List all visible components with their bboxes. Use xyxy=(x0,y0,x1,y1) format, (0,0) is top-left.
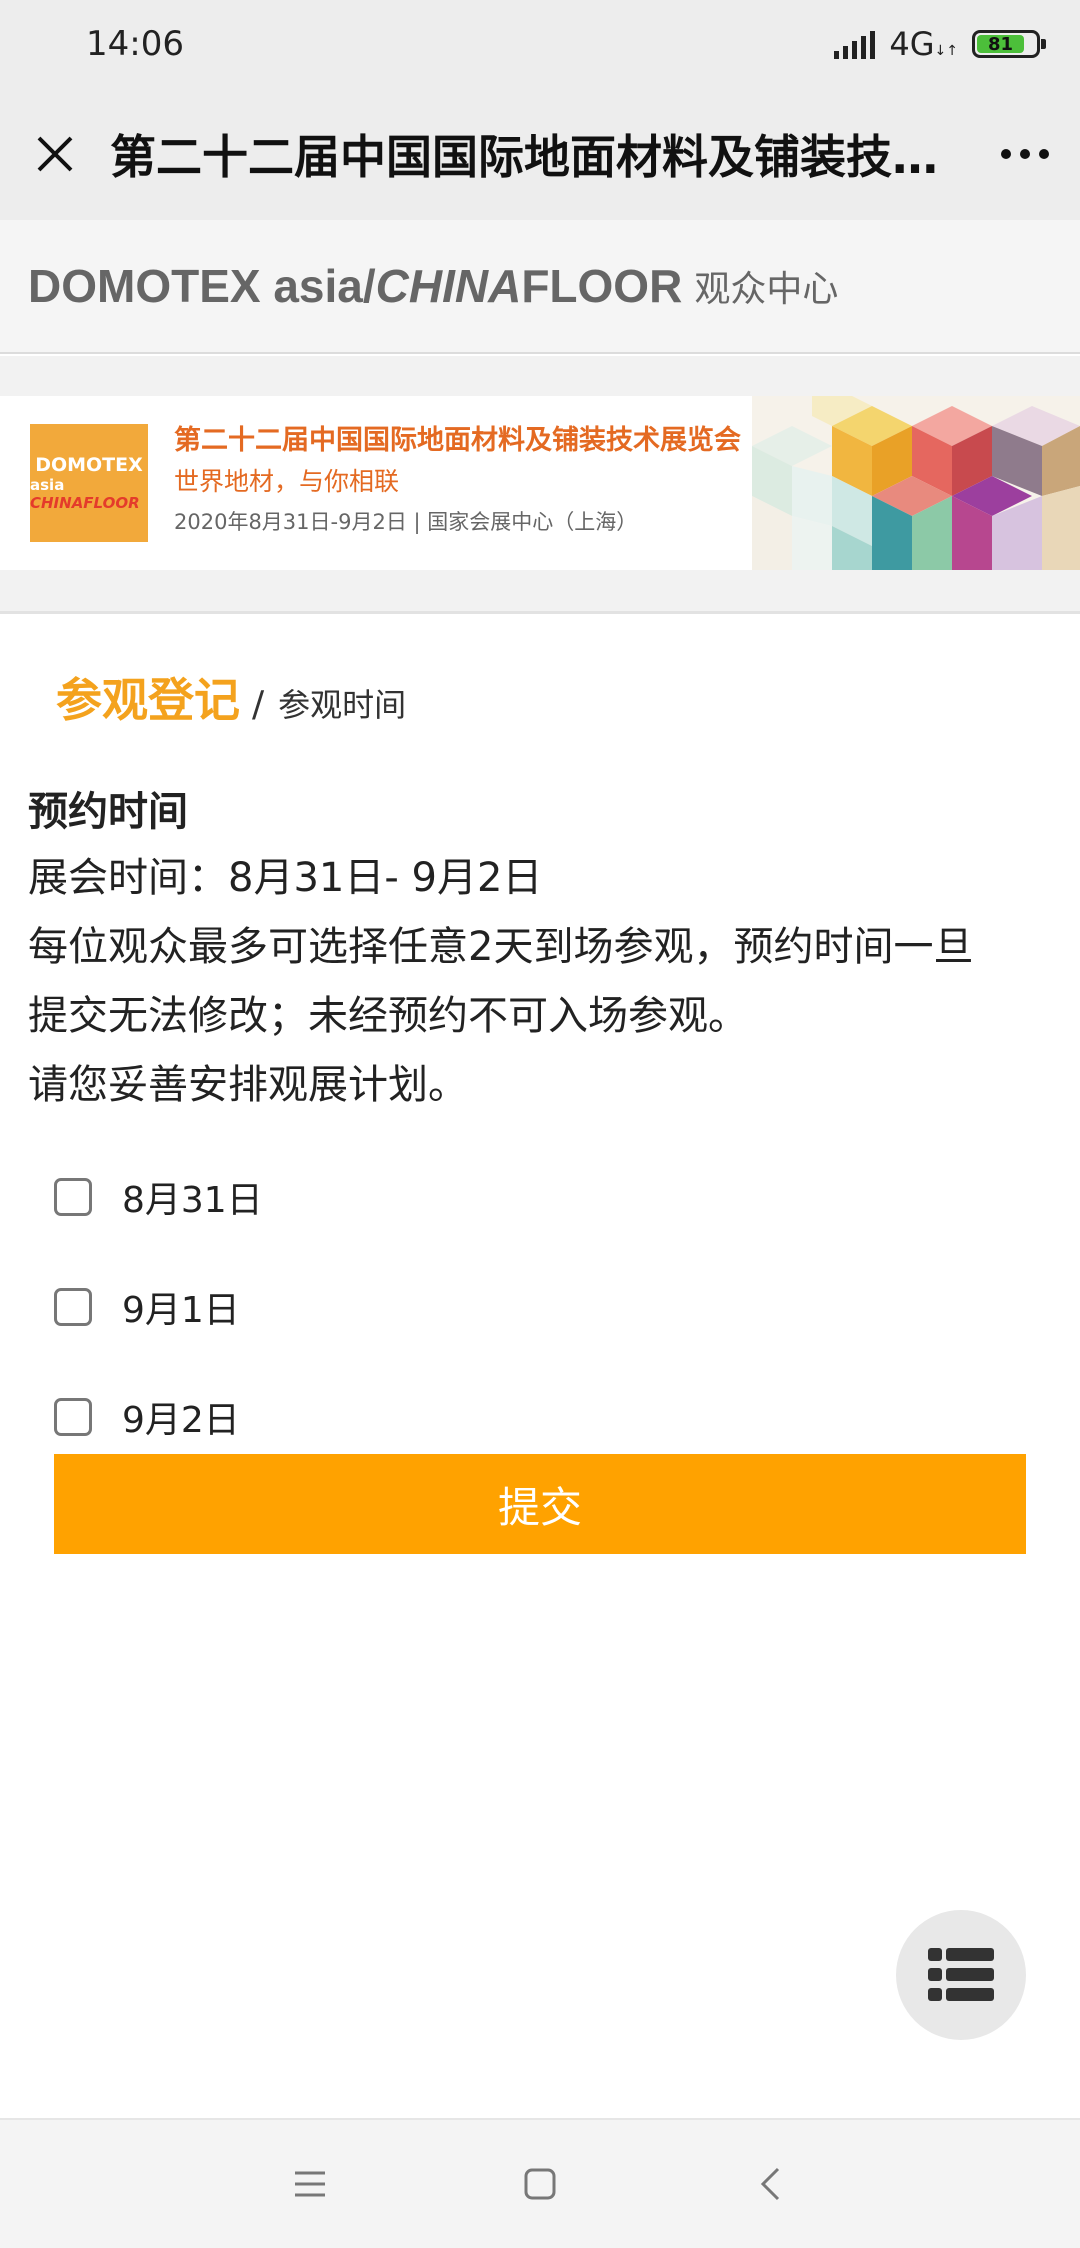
banner-cube-pattern xyxy=(752,396,1080,570)
status-bar: 14:06 4G↓↑ 81 xyxy=(0,0,1080,88)
system-nav-bar xyxy=(0,2118,1080,2248)
home-square-icon xyxy=(524,2168,556,2200)
battery-level: 81 xyxy=(977,35,1024,55)
more-dots-icon xyxy=(1020,149,1030,159)
date-option[interactable]: 8月31日 xyxy=(54,1142,263,1252)
date-checkbox[interactable] xyxy=(54,1398,92,1436)
breadcrumb-separator: / xyxy=(252,684,265,725)
network-type: 4G↓↑ xyxy=(889,25,958,63)
battery-icon: 81 xyxy=(972,30,1046,58)
more-button[interactable] xyxy=(970,88,1080,220)
date-checkbox[interactable] xyxy=(54,1178,92,1216)
page-title: 第二十二届中国国际地面材料及铺装技… xyxy=(110,130,938,184)
brand-part2: FLOOR xyxy=(521,260,683,312)
nav-home-button[interactable] xyxy=(510,2154,570,2214)
more-dots-icon xyxy=(1039,149,1049,159)
close-button[interactable] xyxy=(0,88,110,220)
date-checkbox[interactable] xyxy=(54,1288,92,1326)
note-line-1: 每位观众最多可选择任意2天到场参观，预约时间一旦 xyxy=(28,924,974,970)
floating-menu-button[interactable] xyxy=(896,1910,1026,2040)
status-time: 14:06 xyxy=(86,24,184,64)
close-icon xyxy=(37,136,73,172)
date-option[interactable]: 9月1日 xyxy=(54,1252,263,1362)
network-type-label: 4G xyxy=(889,25,935,63)
breadcrumb: 参观登记 / 参观时间 xyxy=(56,664,406,730)
brand-italic: CHINA xyxy=(375,260,522,312)
back-chevron-icon xyxy=(760,2167,780,2201)
breadcrumb-main: 参观登记 xyxy=(56,673,240,727)
date-option-label: 9月2日 xyxy=(122,1400,240,1441)
banner-date-venue: 2020年8月31日-9月2日 | 国家会展中心（上海） xyxy=(174,510,638,534)
brand-part1: DOMOTEX asia/ xyxy=(28,260,376,312)
nav-back-button[interactable] xyxy=(740,2154,800,2214)
section-title: 预约时间 xyxy=(28,789,188,835)
banner-title: 第二十二届中国国际地面材料及铺装技术展览会 xyxy=(174,425,741,456)
event-logo: DOMOTEX asia CHINAFLOOR xyxy=(30,424,148,542)
submit-button[interactable]: 提交 xyxy=(54,1454,1026,1554)
logo-line2: asia CHINAFLOOR xyxy=(30,476,148,512)
site-header: DOMOTEX asia/CHINAFLOOR 观众中心 xyxy=(0,220,1080,354)
exhibition-time: 展会时间：8月31日- 9月2日 xyxy=(28,855,543,901)
note-line-2: 提交无法修改；未经预约不可入场参观。 xyxy=(28,993,748,1039)
date-options: 8月31日 9月1日 9月2日 xyxy=(54,1142,263,1472)
status-indicators: 4G↓↑ 81 xyxy=(834,25,1046,63)
banner-slogan: 世界地材，与你相联 xyxy=(174,467,400,496)
logo-chinafloor: CHINAFLOOR xyxy=(30,494,140,512)
nav-menu-button[interactable] xyxy=(280,2154,340,2214)
logo-asia: asia xyxy=(30,476,65,494)
menu-icon xyxy=(295,2171,325,2197)
booking-info: 预约时间 展会时间：8月31日- 9月2日 每位观众最多可选择任意2天到场参观，… xyxy=(28,780,1058,1120)
note-line-3: 请您妥善安排观展计划。 xyxy=(28,1062,468,1108)
title-bar: 第二十二届中国国际地面材料及铺装技… xyxy=(0,88,1080,220)
divider xyxy=(0,356,1080,396)
date-option-label: 9月1日 xyxy=(122,1290,240,1331)
event-banner[interactable]: DOMOTEX asia CHINAFLOOR 第二十二届中国国际地面材料及铺装… xyxy=(0,396,1080,570)
breadcrumb-sub: 参观时间 xyxy=(278,686,407,724)
brand-name: DOMOTEX asia/CHINAFLOOR xyxy=(28,259,682,313)
list-icon xyxy=(928,1948,994,2001)
more-dots-icon xyxy=(1001,149,1011,159)
signal-icon xyxy=(834,29,876,59)
logo-line1: DOMOTEX xyxy=(35,454,143,476)
brand-subtitle: 观众中心 xyxy=(694,269,839,310)
divider xyxy=(0,570,1080,614)
date-option-label: 8月31日 xyxy=(122,1180,263,1221)
